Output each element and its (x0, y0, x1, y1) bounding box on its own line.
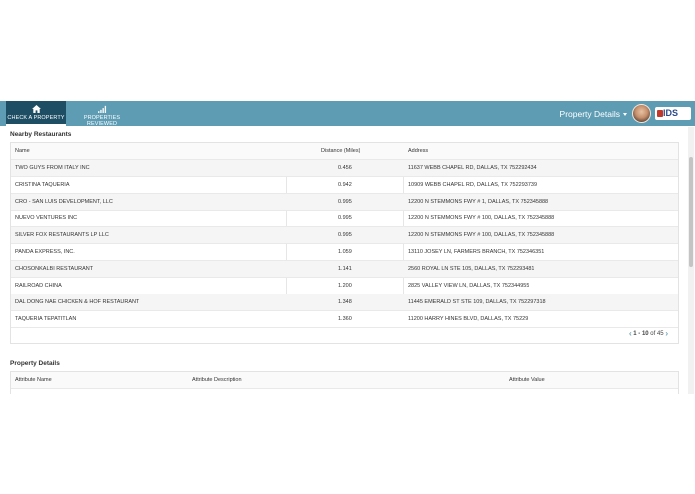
restaurant-name-cell: CHOSONKALBI RESTAURANT (15, 265, 94, 272)
address-cell: 12200 N STEMMONS FWY # 100, DALLAS, TX 7… (408, 215, 555, 222)
table-row[interactable]: CHOSONKALBI RESTAURANT 1.141 2560 ROYAL LN… (11, 260, 678, 278)
address-cell: 2560 ROYAL LN STE 105, DALLAS, TX 752293… (408, 265, 535, 272)
distance-cell: 1.360 (338, 316, 352, 323)
address-cell: 12200 N STEMMONS FWY # 100, DALLAS, TX 7… (408, 232, 555, 239)
vertical-scrollbar[interactable] (688, 127, 694, 394)
distance-cell: 0.942 (338, 181, 352, 188)
app-window: CHECK A PROPERTY PROPERTIES REVIEWED Pro… (0, 101, 695, 394)
column-header-distance[interactable]: Distance (Miles) (321, 143, 360, 159)
table-row[interactable]: NUEVO VENTURES INC 0.995 12200 N STEMMONS … (11, 210, 678, 228)
restaurant-name-cell: NUEVO VENTURES INC (15, 215, 78, 222)
address-cell: 10909 WEBB CHAPEL RD, DALLAS, TX 7522937… (408, 181, 538, 188)
home-icon (31, 105, 41, 113)
table-row[interactable]: RAILROAD CHINA 1.200 2825 VALLEY VIEW LN, … (11, 278, 678, 295)
address-cell: 11637 WEBB CHAPEL RD, DALLAS, TX 7522924… (408, 165, 537, 171)
distance-cell: 0.995 (338, 232, 352, 239)
distance-cell: 1.141 (338, 265, 352, 272)
table-row[interactable]: CRO - SAN LUIS DEVELOPMENT, LLC 0.995 1220… (11, 193, 678, 211)
property-details-dropdown[interactable]: Property Details (560, 109, 627, 119)
user-avatar[interactable] (632, 104, 651, 123)
logo-mark-icon (657, 110, 663, 117)
restaurant-name-cell: SILVER FOX RESTAURANTS LP LLC (15, 232, 109, 239)
signal-bars-icon (97, 105, 106, 113)
address-cell: 12200 N STEMMONS FWY # 1, DALLAS, TX 752… (408, 198, 549, 205)
distance-cell: 0.995 (338, 215, 352, 222)
column-header-address[interactable]: Address (408, 143, 428, 159)
previous-page-icon[interactable]: ‹ (629, 329, 632, 338)
property-details-label: Property Details (559, 109, 620, 119)
caret-down-icon (623, 113, 627, 117)
pager-range: 1 - 10 (633, 331, 649, 337)
distance-cell: 1.200 (338, 282, 352, 289)
company-logo: IDS (655, 107, 691, 120)
pager-total: of 45 (650, 331, 664, 337)
tab-properties-reviewed[interactable]: PROPERTIES REVIEWED (70, 101, 134, 127)
table-row[interactable]: CRISTINA TAQUERIA 0.942 10909 WEBB CHAPEL … (11, 177, 678, 194)
restaurant-name-cell: RAILROAD CHINA (15, 282, 62, 289)
tab-label: CHECK A PROPERTY (7, 115, 65, 121)
top-navigation-bar: CHECK A PROPERTY PROPERTIES REVIEWED Pro… (0, 101, 695, 127)
restaurant-name-cell: PANDA EXPRESS, INC. (15, 249, 75, 255)
table-row[interactable]: TAQUERIA TEPATITLAN 1.360 11200 HARRY HINE… (11, 311, 678, 329)
table-header-row: Attribute Name Attribute Description Att… (11, 372, 678, 389)
property-details-title: Property Details (10, 360, 60, 367)
tab-label: PROPERTIES REVIEWED (83, 115, 121, 127)
distance-cell: 0.456 (338, 165, 352, 171)
distance-cell: 1.059 (338, 249, 352, 255)
restaurant-name-cell: TWO GUYS FROM ITALY INC (15, 165, 90, 171)
nearby-restaurants-table: Name Distance (Miles) Address TWO GUYS F… (10, 142, 679, 344)
table-row[interactable]: DAL DONG NAE CHICKEN & HOF RESTAURANT 1.3… (11, 294, 678, 312)
column-header-attribute-value[interactable]: Attribute Value (509, 372, 545, 388)
address-cell: 11445 EMERALD ST STE 109, DALLAS, TX 752… (408, 299, 546, 306)
address-cell: 11200 HARRY HINES BLVD, DALLAS, TX 75229 (408, 316, 529, 323)
property-details-table: Attribute Name Attribute Description Att… (10, 371, 679, 394)
address-cell: 2825 VALLEY VIEW LN, DALLAS, TX 75234495… (408, 282, 530, 289)
nearby-restaurants-title: Nearby Restaurants (10, 131, 72, 138)
tab-check-a-property[interactable]: CHECK A PROPERTY (6, 101, 66, 126)
column-header-attribute-name[interactable]: Attribute Name (15, 372, 52, 388)
table-row[interactable]: SILVER FOX RESTAURANTS LP LLC 0.995 12200 … (11, 227, 678, 245)
next-page-icon[interactable]: › (665, 329, 668, 338)
restaurant-name-cell: DAL DONG NAE CHICKEN & HOF RESTAURANT (15, 299, 140, 306)
distance-cell: 0.995 (338, 198, 352, 205)
table-row[interactable]: PANDA EXPRESS, INC. 1.059 13110 JOSEY LN, … (11, 244, 678, 261)
table-pager: ‹ 1 - 10 of 45 › (629, 329, 668, 338)
table-row[interactable]: TWO GUYS FROM ITALY INC 0.456 11637 WEBB C… (11, 160, 678, 177)
restaurant-name-cell: TAQUERIA TEPATITLAN (15, 316, 77, 323)
distance-cell: 1.348 (338, 299, 352, 306)
logo-text: IDS (663, 108, 679, 118)
restaurant-name-cell: CRISTINA TAQUERIA (15, 181, 70, 188)
column-header-name[interactable]: Name (15, 143, 30, 159)
scrollbar-thumb[interactable] (689, 157, 693, 267)
address-cell: 13110 JOSEY LN, FARMERS BRANCH, TX 75234… (408, 249, 545, 255)
column-header-attribute-description[interactable]: Attribute Description (192, 372, 242, 388)
restaurant-name-cell: CRO - SAN LUIS DEVELOPMENT, LLC (15, 198, 113, 205)
table-header-row: Name Distance (Miles) Address (11, 143, 678, 160)
